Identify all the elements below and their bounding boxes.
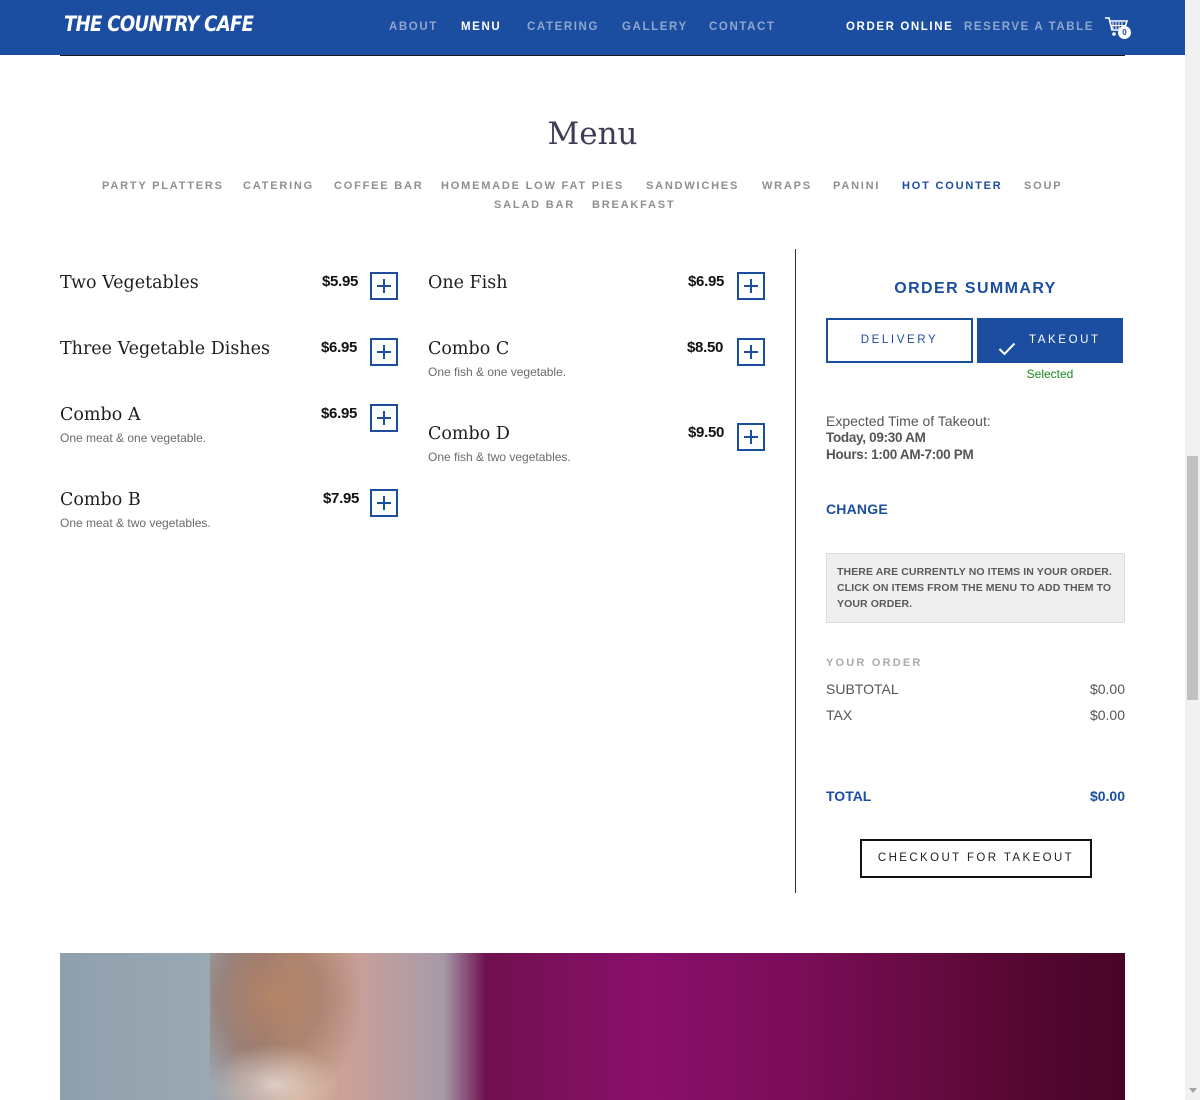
item-name: Combo C	[428, 339, 510, 359]
item-name: Combo B	[60, 490, 141, 510]
photo-highlight	[210, 1043, 340, 1100]
takeout-button[interactable]: TAKEOUT	[977, 318, 1123, 363]
item-name: Combo D	[428, 424, 510, 444]
nav-contact[interactable]: CONTACT	[709, 21, 776, 33]
add-item-button-plus-icon[interactable]	[370, 489, 398, 517]
cart-count-badge: 0	[1118, 26, 1131, 39]
scroll-down-arrow-icon[interactable]	[1189, 1088, 1197, 1093]
item-price: $8.50	[687, 339, 724, 356]
subtotal-value: $0.00	[1089, 681, 1125, 697]
item-price: $9.50	[688, 424, 725, 441]
order-summary-title: ORDER SUMMARY	[894, 280, 1057, 297]
nav-about[interactable]: ABOUT	[389, 21, 438, 33]
nav-gallery[interactable]: GALLERY	[622, 21, 688, 33]
category-wraps[interactable]: WRAPS	[762, 180, 812, 192]
item-price: $6.95	[321, 405, 358, 422]
add-item-button-plus-icon[interactable]	[370, 272, 398, 300]
add-item-button-plus-icon[interactable]	[370, 404, 398, 432]
item-price: $6.95	[688, 273, 725, 290]
category-hot-counter[interactable]: HOT COUNTER	[902, 180, 1002, 192]
tax-label: TAX	[826, 707, 853, 723]
column-divider	[795, 249, 796, 893]
item-name: One Fish	[428, 273, 508, 293]
category-catering[interactable]: CATERING	[243, 180, 314, 192]
item-name: Three Vegetable Dishes	[60, 339, 270, 359]
item-description: One meat & one vegetable.	[60, 431, 207, 445]
expected-time-value: Today, 09:30 AM	[826, 430, 926, 445]
check-icon	[998, 332, 1016, 356]
takeout-label: TAKEOUT	[1029, 334, 1101, 346]
expected-time-label: Expected Time of Takeout:	[826, 413, 991, 429]
change-link[interactable]: CHANGE	[826, 501, 888, 517]
category-soup[interactable]: SOUP	[1024, 180, 1062, 192]
site-logo[interactable]: THE COUNTRY CAFE	[64, 12, 254, 36]
delivery-button[interactable]: DELIVERY	[826, 318, 973, 363]
total-value: $0.00	[1089, 788, 1125, 804]
add-item-button-plus-icon[interactable]	[737, 423, 765, 451]
item-description: One fish & one vegetable.	[428, 365, 567, 379]
nav-reserve-table[interactable]: RESERVE A TABLE	[964, 21, 1094, 33]
item-name: Combo A	[60, 405, 141, 425]
total-label: TOTAL	[826, 788, 872, 804]
item-price: $6.95	[321, 339, 358, 356]
nav-order-online[interactable]: ORDER ONLINE	[846, 21, 953, 33]
category-panini[interactable]: PANINI	[833, 180, 880, 192]
subtotal-label: SUBTOTAL	[826, 681, 899, 697]
category-coffee-bar[interactable]: COFFEE BAR	[334, 180, 424, 192]
item-name: Two Vegetables	[60, 273, 199, 293]
item-price: $7.95	[323, 490, 360, 507]
nav-menu[interactable]: MENU	[461, 21, 501, 33]
item-price: $5.95	[322, 273, 359, 290]
item-description: One meat & two vegetables.	[60, 516, 211, 530]
add-item-button-plus-icon[interactable]	[370, 338, 398, 366]
checkout-button[interactable]: CHECKOUT FOR TAKEOUT	[860, 839, 1092, 878]
menu-title: Menu	[547, 116, 638, 152]
scrollbar-thumb[interactable]	[1187, 456, 1198, 700]
selected-status: Selected	[1026, 367, 1074, 381]
store-hours: Hours: 1:00 AM-7:00 PM	[826, 447, 974, 462]
add-item-button-plus-icon[interactable]	[737, 338, 765, 366]
category-homemade-low-fat-pies[interactable]: HOMEMADE LOW FAT PIES	[441, 180, 624, 192]
your-order-label: YOUR ORDER	[826, 657, 923, 669]
category-breakfast[interactable]: BREAKFAST	[592, 199, 675, 211]
navbar: THE COUNTRY CAFE ABOUT MENU CATERING GAL…	[0, 0, 1185, 55]
item-description: One fish & two vegetables.	[428, 450, 571, 464]
nav-catering[interactable]: CATERING	[527, 21, 599, 33]
category-sandwiches[interactable]: SANDWICHES	[646, 180, 739, 192]
tax-value: $0.00	[1089, 707, 1125, 723]
footer-photo	[60, 953, 1125, 1100]
category-party-platters[interactable]: PARTY PLATTERS	[102, 180, 224, 192]
add-item-button-plus-icon[interactable]	[737, 272, 765, 300]
category-salad-bar[interactable]: SALAD BAR	[494, 199, 575, 211]
empty-order-notice: THERE ARE CURRENTLY NO ITEMS IN YOUR ORD…	[826, 553, 1125, 623]
